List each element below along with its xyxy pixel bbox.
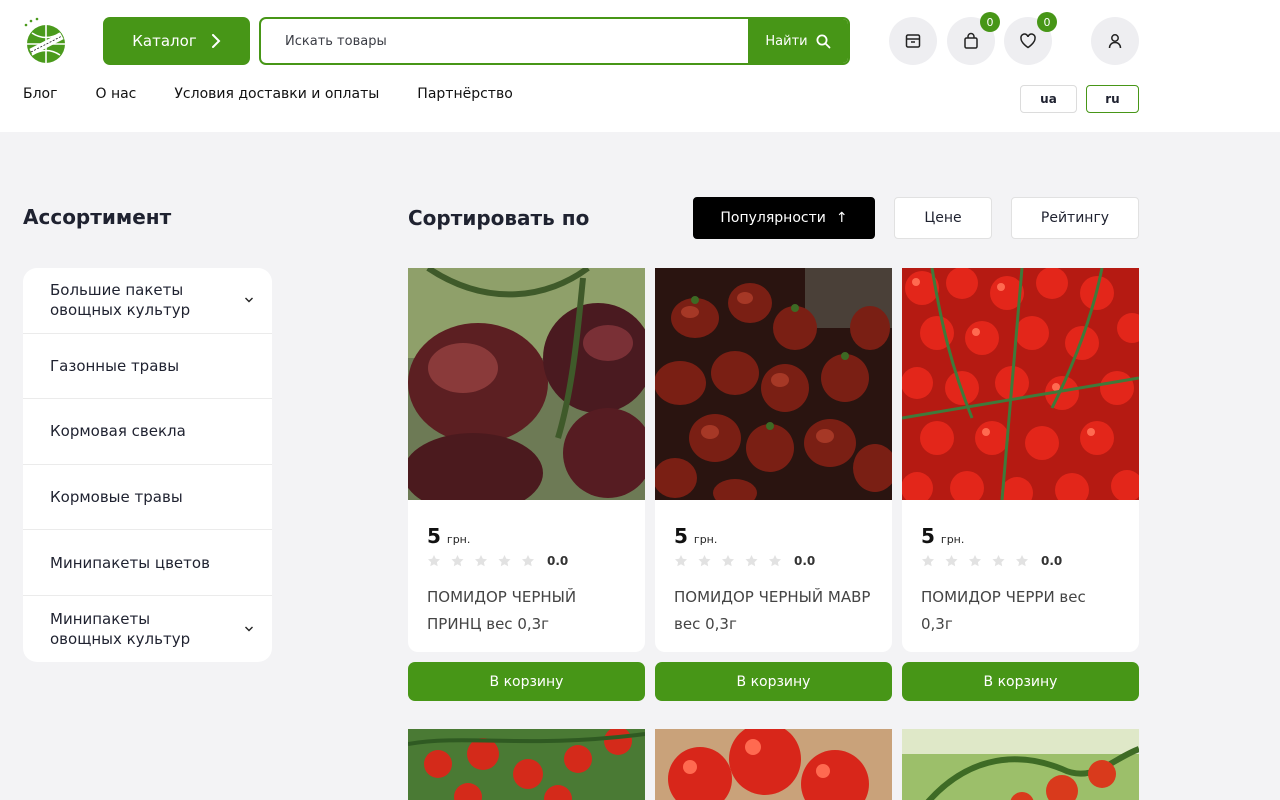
price-currency: грн. xyxy=(940,533,965,546)
product-image[interactable] xyxy=(408,268,645,500)
category-item-mini-vegetable-packs[interactable]: Минипакеты овощных культур xyxy=(23,596,272,662)
product-image[interactable] xyxy=(902,729,1139,800)
sort-option-label: Популярности xyxy=(720,210,826,226)
product-price: 5 грн. xyxy=(674,524,717,548)
add-to-cart-button[interactable]: В корзину xyxy=(902,662,1139,701)
product-name[interactable]: ПОМИДОР ЧЕРНЫЙ МАВР вес 0,3г xyxy=(674,584,874,638)
add-to-cart-button[interactable]: В корзину xyxy=(655,662,892,701)
product-image[interactable] xyxy=(902,268,1139,500)
search-button-label: Найти xyxy=(765,33,808,49)
heart-icon xyxy=(1019,32,1037,50)
add-to-cart-button[interactable]: В корзину xyxy=(408,662,645,701)
product-info: 5 грн. 0.0 ПОМИДОР ЧЕРНЫЙ МАВР вес 0,3г xyxy=(655,500,892,652)
lang-ru-button[interactable]: ru xyxy=(1086,85,1139,113)
category-label: Минипакеты цветов xyxy=(50,553,210,572)
rating-value: 0.0 xyxy=(794,554,816,568)
search-button[interactable]: Найти xyxy=(748,19,848,63)
price-currency: грн. xyxy=(446,533,471,546)
category-label: Большие пакеты овощных культур xyxy=(50,281,191,320)
product-card: 5 грн. 0.0 ПОМИДОР ЧЕРРИ вес 0,3г В корз… xyxy=(902,268,1139,701)
product-card: 5 грн. 0.0 ПОМИДОР ЧЕРНЫЙ МАВР вес 0,3г … xyxy=(655,268,892,701)
sort-option-label: Цене xyxy=(924,210,962,226)
nav-link-blog[interactable]: Блог xyxy=(23,86,57,102)
search-icon xyxy=(816,34,831,49)
price-value: 5 xyxy=(674,524,688,548)
sort-popularity-button[interactable]: Популярности ↑ xyxy=(693,197,875,239)
category-item-mini-flower-packs[interactable]: Минипакеты цветов xyxy=(23,530,272,596)
product-price: 5 грн. xyxy=(427,524,470,548)
search-bar: Найти xyxy=(259,17,850,65)
star-icons xyxy=(675,555,781,567)
shopping-bag-icon xyxy=(962,32,980,50)
catalog-label: Каталог xyxy=(132,32,197,50)
assortment-title: Ассортимент xyxy=(23,205,172,229)
chevron-down-icon[interactable] xyxy=(244,296,254,304)
category-item-lawn-grass[interactable]: Газонные травы xyxy=(23,334,272,400)
rating-stars: 0.0 xyxy=(921,554,1062,568)
account-icon-button[interactable] xyxy=(1091,17,1139,65)
category-label: Газонные травы xyxy=(50,356,180,375)
sort-rating-button[interactable]: Рейтингу xyxy=(1011,197,1139,239)
price-value: 5 xyxy=(427,524,441,548)
category-item-fodder-beet[interactable]: Кормовая свекла xyxy=(23,399,272,465)
nav-link-about[interactable]: О нас xyxy=(95,86,136,102)
category-label: Минипакеты овощных культур xyxy=(50,609,191,648)
nav-link-partnership[interactable]: Партнёрство xyxy=(417,86,512,102)
cart-icon-button[interactable]: 0 xyxy=(947,12,1000,65)
product-name[interactable]: ПОМИДОР ЧЕРНЫЙ ПРИНЦ вес 0,3г xyxy=(427,584,627,638)
category-item-large-vegetable-packs[interactable]: Большие пакеты овощных культур xyxy=(23,268,272,334)
chevron-down-icon[interactable] xyxy=(244,625,254,633)
category-item-fodder-grass[interactable]: Кормовые травы xyxy=(23,465,272,531)
arrow-up-icon: ↑ xyxy=(835,210,848,226)
category-label: Кормовая свекла xyxy=(50,422,186,441)
sort-price-button[interactable]: Цене xyxy=(894,197,992,239)
product-image[interactable] xyxy=(655,268,892,500)
rating-value: 0.0 xyxy=(547,554,569,568)
product-info: 5 грн. 0.0 ПОМИДОР ЧЕРНЫЙ ПРИНЦ вес 0,3г xyxy=(408,500,645,652)
user-icon xyxy=(1106,32,1124,50)
star-icons xyxy=(428,555,534,567)
wishlist-icon-button[interactable]: 0 xyxy=(1004,12,1057,65)
box-icon xyxy=(904,32,922,50)
product-info: 5 грн. 0.0 ПОМИДОР ЧЕРРИ вес 0,3г xyxy=(902,500,1139,652)
search-input[interactable] xyxy=(261,19,751,63)
brand-logo[interactable] xyxy=(22,16,70,68)
product-price: 5 грн. xyxy=(921,524,964,548)
sort-title: Сортировать по xyxy=(408,206,590,230)
product-image[interactable] xyxy=(655,729,892,800)
lang-ua-button[interactable]: ua xyxy=(1020,85,1077,113)
product-image[interactable] xyxy=(408,729,645,800)
sort-option-label: Рейтингу xyxy=(1040,210,1110,226)
price-currency: грн. xyxy=(693,533,718,546)
star-icons xyxy=(922,555,1028,567)
rating-value: 0.0 xyxy=(1041,554,1063,568)
chevron-right-icon xyxy=(211,34,221,48)
wishlist-count-badge: 0 xyxy=(1037,12,1057,32)
orders-icon-button[interactable] xyxy=(889,17,937,65)
category-list: Большие пакеты овощных культур Газонные … xyxy=(23,268,272,662)
rating-stars: 0.0 xyxy=(427,554,568,568)
product-name[interactable]: ПОМИДОР ЧЕРРИ вес 0,3г xyxy=(921,584,1121,638)
cart-count-badge: 0 xyxy=(980,12,1000,32)
site-header: Каталог Найти 0 0 Бл xyxy=(0,0,1280,132)
product-card: 5 грн. 0.0 ПОМИДОР ЧЕРНЫЙ ПРИНЦ вес 0,3г… xyxy=(408,268,645,701)
price-value: 5 xyxy=(921,524,935,548)
rating-stars: 0.0 xyxy=(674,554,815,568)
catalog-button[interactable]: Каталог xyxy=(103,17,250,65)
top-nav: Блог О нас Условия доставки и оплаты Пар… xyxy=(23,86,513,102)
nav-link-delivery[interactable]: Условия доставки и оплаты xyxy=(174,86,379,102)
category-label: Кормовые травы xyxy=(50,488,183,507)
